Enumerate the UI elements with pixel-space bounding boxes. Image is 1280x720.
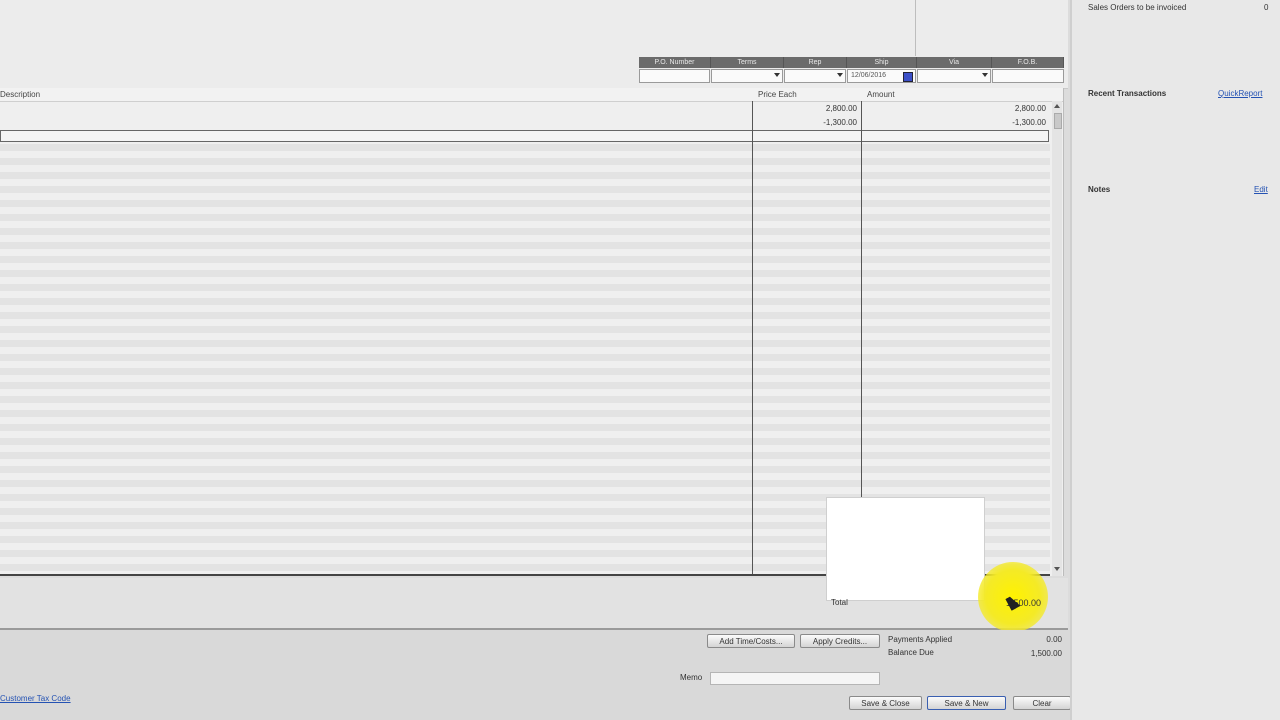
grid-row-stripe xyxy=(0,452,1050,459)
chevron-down-icon[interactable] xyxy=(837,73,843,77)
scroll-up-icon[interactable] xyxy=(1054,104,1060,108)
vertical-scrollbar[interactable] xyxy=(1052,101,1062,576)
grid-row-stripe xyxy=(0,410,1050,417)
recent-transactions-title: Recent Transactions xyxy=(1088,89,1167,98)
grid-row-stripe xyxy=(0,424,1050,431)
grid-row-stripe xyxy=(0,298,1050,305)
memo-label: Memo xyxy=(680,673,703,682)
row1-amount[interactable]: 2,800.00 xyxy=(986,104,1046,113)
grid-row-stripe xyxy=(0,270,1050,277)
terms-header: Terms xyxy=(711,57,784,68)
column-amount[interactable]: Amount xyxy=(867,90,895,99)
scroll-thumb[interactable] xyxy=(1054,113,1062,129)
apply-credits-button[interactable]: Apply Credits... xyxy=(800,634,880,648)
edit-notes-link[interactable]: Edit xyxy=(1254,185,1268,194)
selected-table-row[interactable] xyxy=(0,130,1049,142)
grid-header: Description Price Each Amount xyxy=(0,88,1063,102)
payments-applied-value: 0.00 xyxy=(1046,635,1062,644)
grid-row-stripe xyxy=(0,228,1050,235)
chevron-down-icon[interactable] xyxy=(774,73,780,77)
grid-row-stripe xyxy=(0,200,1050,207)
total-label: Total xyxy=(831,598,848,607)
grid-row-stripe xyxy=(0,172,1050,179)
grid-row-stripe xyxy=(0,144,1050,151)
save-close-button[interactable]: Save & Close xyxy=(849,696,922,710)
rep-header: Rep xyxy=(784,57,847,68)
customer-info-panel: Sales Orders to be invoiced 0 Recent Tra… xyxy=(1070,0,1280,720)
scroll-down-icon[interactable] xyxy=(1054,567,1060,571)
sales-orders-count: 0 xyxy=(1264,3,1269,12)
divider xyxy=(915,0,916,56)
save-new-button[interactable]: Save & New xyxy=(927,696,1006,710)
fob-input[interactable] xyxy=(992,69,1064,83)
grid-row-stripe xyxy=(0,480,1050,487)
fob-header: F.O.B. xyxy=(992,57,1064,68)
column-price-each[interactable]: Price Each xyxy=(758,90,797,99)
terms-dropdown[interactable] xyxy=(711,69,783,83)
grid-row-stripe xyxy=(0,256,1050,263)
grid-row-stripe xyxy=(0,242,1050,249)
chevron-down-icon[interactable] xyxy=(982,73,988,77)
grid-row-stripe xyxy=(0,382,1050,389)
ship-date-value: 12/06/2016 xyxy=(851,72,887,79)
rep-dropdown[interactable] xyxy=(784,69,846,83)
add-time-costs-button[interactable]: Add Time/Costs... xyxy=(707,634,795,648)
grid-row-stripe xyxy=(0,340,1050,347)
ship-header: Ship xyxy=(847,57,917,68)
row2-amount[interactable]: -1,300.00 xyxy=(986,118,1046,127)
grid-row-stripe xyxy=(0,466,1050,473)
grid-row-stripe xyxy=(0,438,1050,445)
ship-date-field[interactable]: 12/06/2016 xyxy=(847,69,916,83)
payments-applied-label: Payments Applied xyxy=(888,635,953,644)
po-number-header: P.O. Number xyxy=(639,57,711,68)
memo-input[interactable] xyxy=(710,672,880,685)
grid-row-stripe xyxy=(0,158,1050,165)
balance-due-label: Balance Due xyxy=(888,648,934,657)
notes-title: Notes xyxy=(1088,185,1111,194)
customer-tax-code-link[interactable]: Customer Tax Code xyxy=(0,694,71,703)
grid-row-stripe xyxy=(0,214,1050,221)
grid-row-stripe xyxy=(0,186,1050,193)
column-description[interactable]: Description xyxy=(0,90,40,99)
row1-price-each[interactable]: 2,800.00 xyxy=(797,104,857,113)
grid-row-stripe xyxy=(0,354,1050,361)
highlight-overlay-box xyxy=(826,497,985,601)
quickreport-link[interactable]: QuickReport xyxy=(1218,89,1262,98)
balance-due-value: 1,500.00 xyxy=(1030,649,1062,658)
grid-row-stripe xyxy=(0,312,1050,319)
clear-button[interactable]: Clear xyxy=(1013,696,1071,710)
grid-row-stripe xyxy=(0,326,1050,333)
po-number-input[interactable] xyxy=(639,69,710,83)
grid-row-stripe xyxy=(0,368,1050,375)
grid-row-stripe xyxy=(0,396,1050,403)
row2-price-each[interactable]: -1,300.00 xyxy=(797,118,857,127)
sales-orders-text[interactable]: Sales Orders to be invoiced xyxy=(1088,3,1186,12)
via-dropdown[interactable] xyxy=(917,69,991,83)
grid-row-stripe xyxy=(0,284,1050,291)
column-divider xyxy=(752,101,753,576)
calendar-icon[interactable] xyxy=(903,72,913,82)
via-header: Via xyxy=(917,57,992,68)
